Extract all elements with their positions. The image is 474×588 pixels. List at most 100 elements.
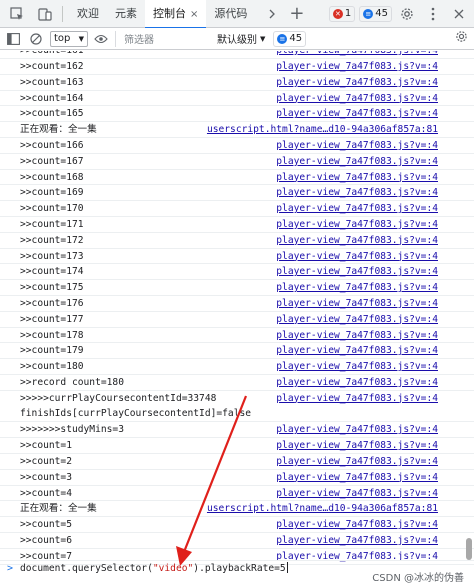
error-count: 1 — [344, 8, 352, 19]
log-message: >>count=161 — [20, 51, 84, 58]
log-source-link[interactable]: player-view_7a47f083.js?v=:4 — [276, 328, 438, 343]
add-tab-button[interactable]: + — [289, 0, 304, 28]
log-row: >>count=166 player-view_7a47f083.js?v=:4 — [0, 138, 474, 154]
log-row: >>count=163 player-view_7a47f083.js?v=:4 — [0, 75, 474, 91]
log-source-link[interactable]: player-view_7a47f083.js?v=:4 — [276, 185, 438, 200]
log-row: >>count=162 player-view_7a47f083.js?v=:4 — [0, 59, 474, 75]
close-icon[interactable]: × — [190, 9, 198, 20]
error-count-badge[interactable]: ✕ 1 — [328, 5, 356, 22]
console-settings-icon[interactable] — [455, 30, 468, 47]
log-row: >>count=169 player-view_7a47f083.js?v=:4 — [0, 185, 474, 202]
log-row: >>count=2 player-view_7a47f083.js?v=:4 — [0, 454, 474, 470]
log-source-link[interactable]: player-view_7a47f083.js?v=:4 — [276, 375, 438, 390]
log-source-link[interactable]: player-view_7a47f083.js?v=:4 — [276, 422, 438, 437]
log-message: >>count=173 — [20, 250, 84, 262]
log-source-link[interactable]: player-view_7a47f083.js?v=:4 — [276, 359, 438, 374]
tab-console-label: 控制台 — [153, 6, 186, 20]
tab-sources[interactable]: 源代码 — [206, 0, 255, 28]
sidebar-toggle-icon[interactable] — [3, 29, 23, 49]
log-source-link[interactable]: player-view_7a47f083.js?v=:4 — [276, 217, 438, 232]
log-source-link[interactable]: player-view_7a47f083.js?v=:4 — [276, 138, 438, 153]
dropdown-caret-icon: ▼ — [260, 34, 266, 43]
log-source-link[interactable]: player-view_7a47f083.js?v=:4 — [276, 486, 438, 501]
log-source-link[interactable]: player-view_7a47f083.js?v=:4 — [276, 154, 438, 169]
log-message: >>count=1 — [20, 440, 72, 452]
log-source-link[interactable]: player-view_7a47f083.js?v=:4 — [276, 312, 438, 327]
more-options-icon[interactable] — [422, 3, 444, 25]
log-source-link[interactable]: player-view_7a47f083.js?v=:4 — [276, 517, 438, 532]
log-message: >>count=168 — [20, 171, 84, 183]
log-source-link[interactable]: player-view_7a47f083.js?v=:4 — [276, 533, 438, 548]
log-source-link[interactable]: player-view_7a47f083.js?v=:4 — [276, 170, 438, 185]
log-row: >>count=172 player-view_7a47f083.js?v=:4 — [0, 233, 474, 249]
log-source-link[interactable]: userscript.html?name…d10-94a306af857a:81 — [207, 501, 438, 516]
log-source-link[interactable]: player-view_7a47f083.js?v=:4 — [276, 454, 438, 469]
inspect-element-icon[interactable] — [6, 3, 28, 25]
log-source-link[interactable]: player-view_7a47f083.js?v=:4 — [276, 280, 438, 295]
log-source-link[interactable]: player-view_7a47f083.js?v=:4 — [276, 75, 438, 90]
scrollbar-thumb[interactable] — [466, 538, 472, 560]
log-message: >>count=167 — [20, 155, 84, 167]
log-level-selector[interactable]: 默认级别 ▼ — [217, 31, 266, 47]
log-row: >>count=171 player-view_7a47f083.js?v=:4 — [0, 217, 474, 233]
log-message: >>count=172 — [20, 234, 84, 246]
error-icon: ✕ — [332, 8, 343, 19]
log-row: 正在观看：全一集 userscript.html?name…d10-94a306a… — [0, 501, 474, 518]
tab-welcome[interactable]: 欢迎 — [69, 0, 107, 28]
log-row: 正在观看：全一集 userscript.html?name…d10-94a306a… — [0, 122, 474, 138]
message-icon: ≡ — [363, 8, 374, 19]
log-message: >>count=5 — [20, 519, 72, 531]
log-source-link[interactable]: player-view_7a47f083.js?v=:4 — [276, 249, 438, 264]
log-row: >>count=170 player-view_7a47f083.js?v=:4 — [0, 201, 474, 217]
log-row: >>count=5 player-view_7a47f083.js?v=:4 — [0, 517, 474, 533]
log-row: >>count=175 player-view_7a47f083.js?v=:4 — [0, 280, 474, 296]
log-message: >>record count=180 — [20, 376, 124, 388]
log-message: >>count=165 — [20, 108, 84, 120]
log-message: >>count=176 — [20, 297, 84, 309]
log-source-link[interactable]: player-view_7a47f083.js?v=:4 — [276, 470, 438, 485]
tab-elements[interactable]: 元素 — [107, 0, 145, 28]
log-source-link[interactable]: player-view_7a47f083.js?v=:4 — [276, 438, 438, 453]
log-source-link[interactable]: player-view_7a47f083.js?v=:4 — [276, 233, 438, 248]
log-row: >>count=167 player-view_7a47f083.js?v=:4 — [0, 154, 474, 170]
clear-console-icon[interactable] — [26, 29, 46, 49]
devtools-tab-bar: 欢迎 元素 控制台 × 源代码 + ✕ 1 ≡ 45 — [0, 0, 474, 29]
log-row: >>count=161 player-view_7a47f083.js?v=:4 — [0, 51, 474, 59]
log-source-link[interactable]: player-view_7a47f083.js?v=:4 — [276, 91, 438, 106]
chevron-right-icon[interactable] — [261, 3, 283, 25]
log-source-link[interactable]: player-view_7a47f083.js?v=:4 — [276, 391, 438, 406]
log-row: >>count=3 player-view_7a47f083.js?v=:4 — [0, 470, 474, 486]
log-row: >>count=165 player-view_7a47f083.js?v=:4 — [0, 106, 474, 123]
watermark: CSDN @冰冰的伪善 — [372, 573, 464, 584]
log-source-link[interactable]: player-view_7a47f083.js?v=:4 — [276, 201, 438, 216]
tab-console[interactable]: 控制台 × — [145, 0, 207, 29]
filter-input[interactable]: 筛选器 — [115, 30, 211, 47]
log-message: >>count=166 — [20, 139, 84, 151]
console-scrollbar[interactable] — [466, 52, 472, 564]
log-message: >>count=2 — [20, 455, 72, 467]
log-row: >>count=180 player-view_7a47f083.js?v=:4 — [0, 359, 474, 375]
log-source-link[interactable]: player-view_7a47f083.js?v=:4 — [276, 264, 438, 279]
text-cursor — [286, 562, 288, 573]
close-devtools-icon[interactable] — [448, 3, 470, 25]
log-source-link[interactable]: player-view_7a47f083.js?v=:4 — [276, 59, 438, 74]
log-source-link[interactable]: player-view_7a47f083.js?v=:4 — [276, 343, 438, 358]
prompt-code-after: ).playbackRate=5 — [193, 563, 286, 574]
settings-icon[interactable] — [396, 3, 418, 25]
log-source-link[interactable]: userscript.html?name…d10-94a306af857a:81 — [207, 122, 438, 137]
log-message: >>count=177 — [20, 313, 84, 325]
issues-count-badge[interactable]: ≡ 45 — [273, 30, 307, 47]
prompt-input[interactable]: document.querySelector("video").playback… — [20, 561, 288, 576]
device-toolbar-icon[interactable] — [34, 3, 56, 25]
eye-icon[interactable] — [91, 29, 111, 49]
log-source-link[interactable]: player-view_7a47f083.js?v=:4 — [276, 51, 438, 58]
log-message: 正在观看：全一集 — [20, 124, 97, 136]
prompt-chevron-icon: > — [7, 563, 14, 574]
console-log: >>count=161player-view_7a47f083.js?v=:4>… — [0, 51, 474, 565]
log-source-link[interactable]: player-view_7a47f083.js?v=:4 — [276, 106, 438, 121]
log-message: >>count=170 — [20, 203, 84, 215]
info-count: 45 — [375, 8, 388, 19]
log-source-link[interactable]: player-view_7a47f083.js?v=:4 — [276, 296, 438, 311]
info-count-badge[interactable]: ≡ 45 — [359, 5, 392, 22]
context-selector[interactable]: top ▼ — [50, 30, 88, 47]
